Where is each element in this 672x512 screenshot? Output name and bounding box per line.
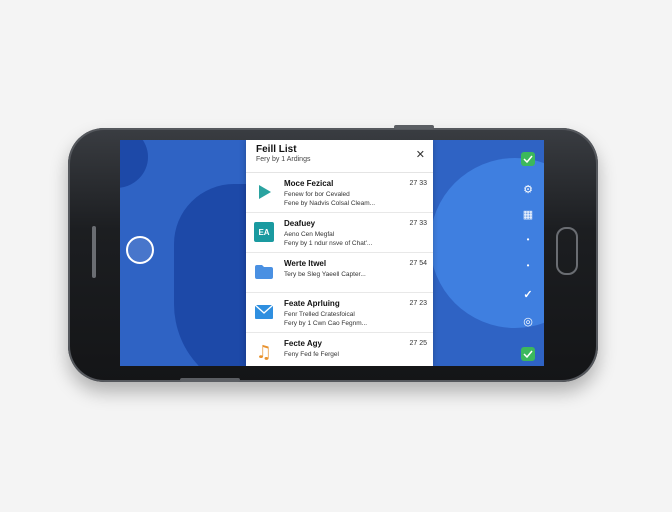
speaker-grille	[92, 226, 96, 278]
list-item-detail: Aeno Cen Megfal	[284, 231, 335, 238]
list-item[interactable]: EA Deafuey 27 33 Aeno Cen Megfal Feny by…	[246, 213, 433, 253]
list-item-detail: Fenr Trelled Cratesfoical	[284, 311, 355, 318]
list-item-time: 27 23	[409, 300, 427, 307]
power-button[interactable]	[394, 125, 434, 129]
panel-subtitle: Fery by 1 Ardings	[256, 156, 311, 163]
list-item-detail: Feny by 1 ndur nsve of Chat'...	[284, 240, 373, 247]
list-item-detail: Feny Fed fe Fergel	[284, 351, 339, 358]
list-item-time: 27 33	[409, 220, 427, 227]
mail-icon	[254, 302, 274, 322]
signal-icon[interactable]	[521, 152, 535, 166]
phone-screen: Feill List Fery by 1 Ardings ✕ Moce Fezi…	[120, 140, 544, 366]
play-icon	[254, 182, 274, 202]
list-item-detail: Tery be Sleg Yaeell Capter...	[284, 271, 366, 278]
camera-shutter-button[interactable]	[126, 236, 154, 264]
list-item[interactable]: ♫ Fecte Agy 27 25 Feny Fed fe Fergel	[246, 333, 433, 366]
music-note-icon: ♫	[255, 341, 273, 363]
list-item-time: 27 25	[409, 340, 427, 347]
list-item-title: Werte ltwel	[284, 259, 327, 268]
settings-icon[interactable]: ⚙	[518, 179, 538, 199]
dot-icon: •	[526, 234, 530, 244]
globe-icon[interactable]: ◎	[518, 311, 538, 331]
ea-badge-text: EA	[258, 227, 270, 237]
volume-button[interactable]	[180, 378, 240, 382]
list-item-title: Moce Fezical	[284, 179, 334, 188]
list-item[interactable]: Moce Fezical 27 33 Fenew for bor Cevaled…	[246, 173, 433, 213]
status-icon[interactable]	[521, 347, 535, 361]
grid-icon[interactable]: ▦	[518, 204, 538, 224]
folder-icon	[254, 262, 274, 282]
list-item-title: Feate Aprluing	[284, 299, 340, 308]
list-item-detail: Fenew for bor Cevaled	[284, 191, 350, 198]
home-button[interactable]	[556, 227, 578, 275]
list-item-title: Fecte Agy	[284, 339, 322, 348]
wallpaper-shape	[120, 140, 148, 188]
list-item-detail: Fene by Nadvis Colsal Cleam...	[284, 200, 376, 207]
panel-title: Feill List	[256, 144, 297, 155]
panel-header: Feill List Fery by 1 Ardings ✕	[246, 140, 433, 173]
ea-badge-icon: EA	[254, 222, 274, 242]
status-icon-column: ⚙ ▦ • • ✓ ◎	[518, 148, 538, 362]
list-item[interactable]: Werte ltwel 27 54 Tery be Sleg Yaeell Ca…	[246, 253, 433, 293]
list-panel: Feill List Fery by 1 Ardings ✕ Moce Fezi…	[246, 140, 433, 366]
list-item-time: 27 54	[409, 260, 427, 267]
list-item-detail: Fery by 1 Cwn Cao Fegnm...	[284, 320, 368, 327]
close-icon[interactable]: ✕	[416, 148, 425, 161]
list-item[interactable]: Feate Aprluing 27 23 Fenr Trelled Crates…	[246, 293, 433, 333]
check-icon[interactable]: ✓	[518, 284, 538, 304]
dot-icon: •	[526, 260, 530, 270]
list-item-title: Deafuey	[284, 219, 316, 228]
list-item-time: 27 33	[409, 180, 427, 187]
